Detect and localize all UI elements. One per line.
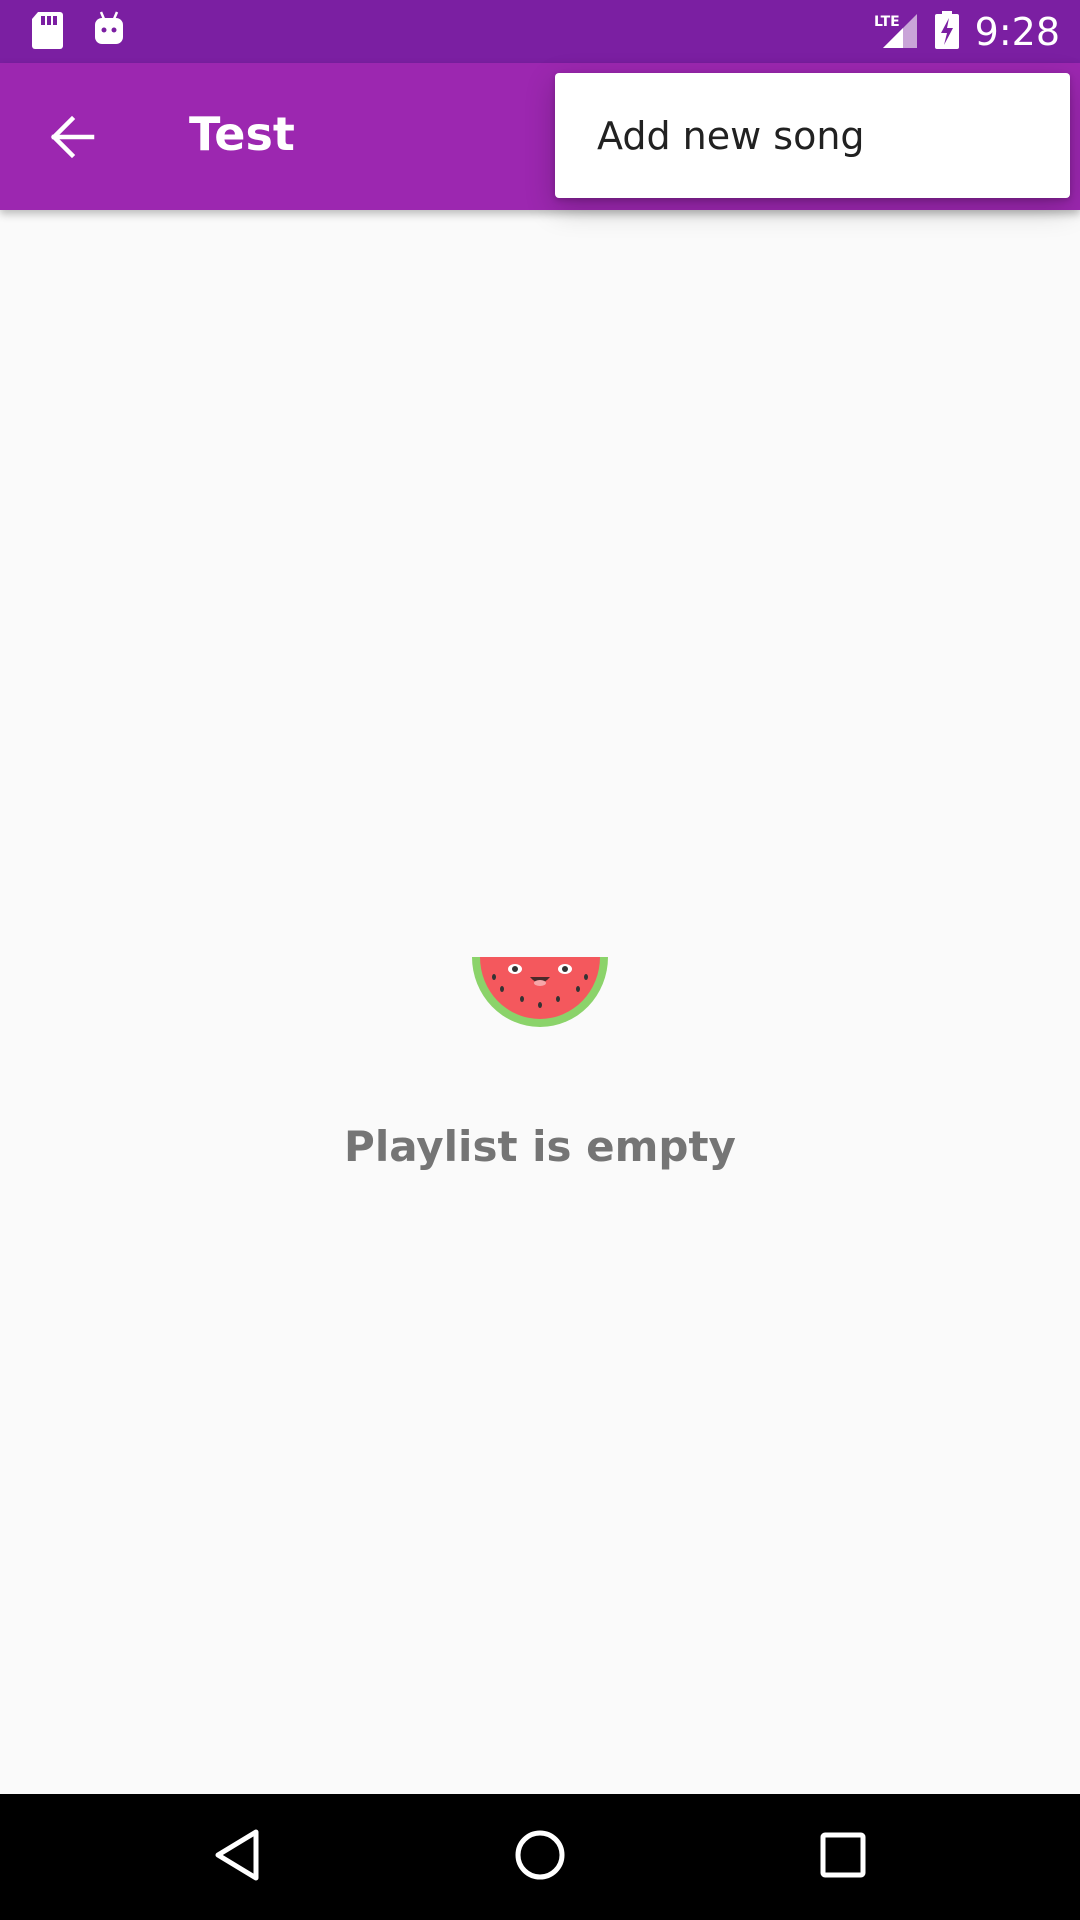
overflow-menu: Add new song xyxy=(555,73,1070,198)
status-bar-notifications xyxy=(30,10,126,54)
nav-home-button[interactable] xyxy=(505,1822,575,1892)
menu-item-label: Add new song xyxy=(597,113,865,158)
lte-signal-icon: LTE xyxy=(873,10,919,54)
home-circle-icon xyxy=(513,1828,567,1886)
nav-back-button[interactable] xyxy=(202,1822,272,1892)
android-icon xyxy=(92,10,126,54)
battery-charging-icon xyxy=(933,10,961,54)
status-bar: LTE 9:28 xyxy=(0,0,1080,63)
sd-card-icon xyxy=(30,10,64,54)
empty-state: Playlist is empty xyxy=(0,955,1080,1171)
menu-item-add-new-song[interactable]: Add new song xyxy=(555,73,1070,198)
navigation-bar xyxy=(0,1794,1080,1920)
page-title: Test xyxy=(189,107,295,161)
arrow-back-icon xyxy=(48,113,96,165)
watermelon-icon xyxy=(472,957,608,1027)
nav-recents-button[interactable] xyxy=(808,1822,878,1892)
status-bar-system: LTE 9:28 xyxy=(873,0,1060,63)
lte-label: LTE xyxy=(874,14,900,30)
empty-state-message: Playlist is empty xyxy=(344,1122,736,1171)
recents-square-icon xyxy=(818,1830,868,1884)
status-clock: 9:28 xyxy=(974,9,1060,54)
back-button[interactable] xyxy=(36,103,108,175)
back-triangle-icon xyxy=(212,1828,262,1886)
screen: LTE 9:28 Test Add new song Playlist is e… xyxy=(0,0,1080,1920)
